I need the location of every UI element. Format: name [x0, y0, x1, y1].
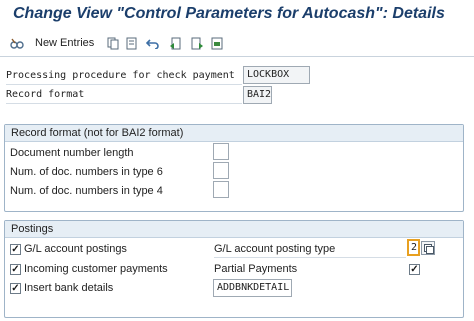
next-entry-icon[interactable]: [190, 36, 204, 50]
gl-account-postings-label: G/L account postings: [24, 243, 127, 255]
doc-numbers-type4-label: Num. of doc. numbers in type 4: [10, 185, 163, 197]
document-number-length-label: Document number length: [10, 147, 134, 159]
doc-numbers-type6-input[interactable]: [213, 162, 229, 179]
document-number-length-input[interactable]: [213, 143, 229, 160]
previous-entry-icon[interactable]: [168, 36, 182, 50]
application-toolbar: New Entries: [0, 30, 474, 57]
doc-numbers-type4-input[interactable]: [213, 181, 229, 198]
processing-procedure-label: Processing procedure for check payment: [6, 70, 235, 81]
postings-group-title: Postings: [5, 221, 463, 238]
label-underline: [214, 257, 406, 258]
delete-icon[interactable]: [125, 36, 139, 50]
value-help-icon[interactable]: [421, 241, 435, 255]
bank-details-structure-field[interactable]: ADDBNKDETAIL: [213, 279, 292, 297]
insert-bank-details-checkbox[interactable]: ✓: [10, 283, 21, 294]
record-format-group-title: Record format (not for BAI2 format): [5, 125, 463, 142]
label-underline: [6, 103, 242, 104]
partial-payments-label: Partial Payments: [214, 263, 298, 275]
incoming-customer-payments-label: Incoming customer payments: [24, 263, 168, 275]
record-format-field[interactable]: BAI2: [243, 86, 272, 104]
new-entries-button[interactable]: New Entries: [35, 37, 94, 49]
processing-procedure-field[interactable]: LOCKBOX: [243, 66, 310, 84]
insert-bank-details-label: Insert bank details: [24, 282, 114, 294]
gl-account-postings-checkbox[interactable]: ✓: [10, 244, 21, 255]
gl-account-posting-type-label: G/L account posting type: [214, 243, 336, 255]
record-format-label: Record format: [6, 89, 85, 100]
title-bar: Change View "Control Parameters for Auto…: [0, 0, 474, 30]
undo-change-icon[interactable]: [146, 36, 160, 50]
doc-numbers-type6-label: Num. of doc. numbers in type 6: [10, 166, 163, 178]
partial-payments-checkbox[interactable]: ✓: [409, 264, 420, 275]
page-title: Change View "Control Parameters for Auto…: [13, 5, 445, 22]
copy-as-icon[interactable]: [106, 36, 120, 50]
label-underline: [6, 84, 242, 85]
transport-icon[interactable]: [210, 36, 224, 50]
incoming-customer-payments-checkbox[interactable]: ✓: [10, 264, 21, 275]
edit-glasses-icon[interactable]: [10, 36, 24, 50]
gl-account-posting-type-field[interactable]: 2: [407, 239, 420, 256]
